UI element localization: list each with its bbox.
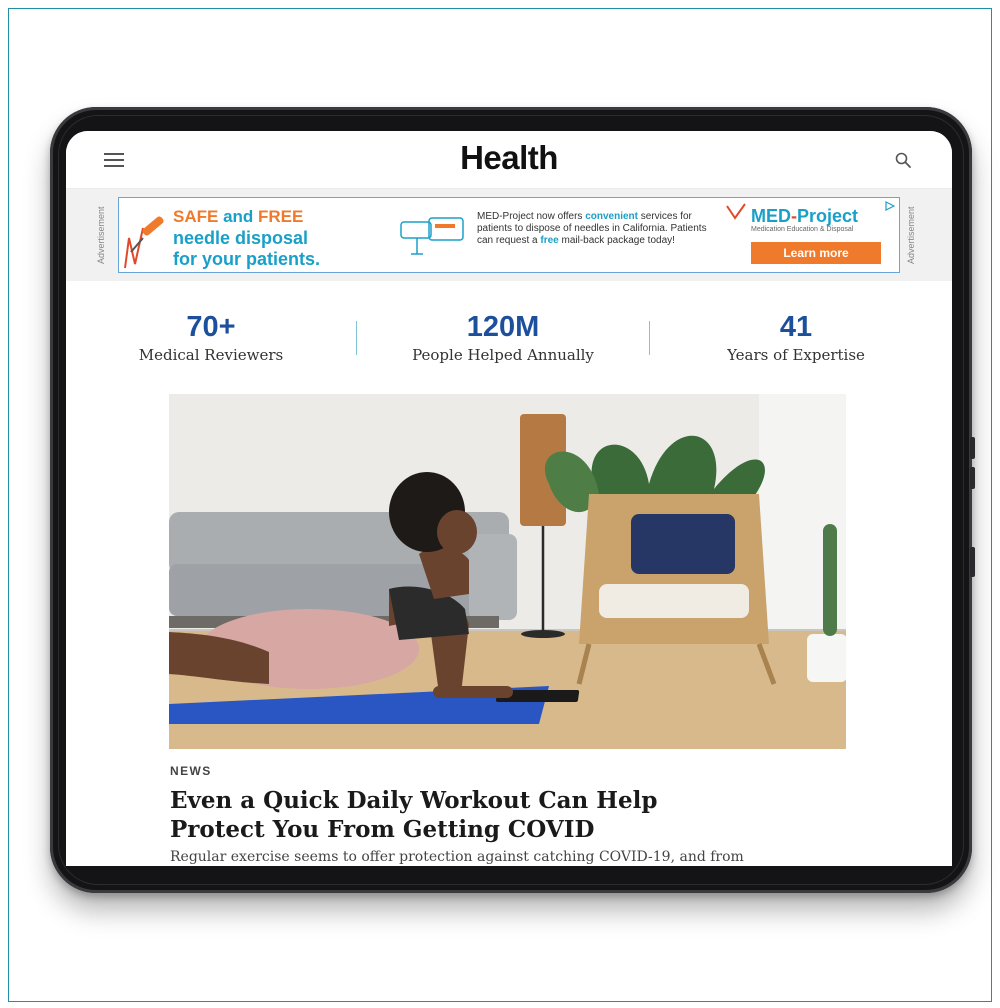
stat-label: Medical Reviewers — [138, 346, 284, 364]
ad-brand-tagline: Medication Education & Disposal — [751, 226, 854, 233]
search-icon[interactable] — [894, 151, 912, 169]
ad-banner[interactable]: SAFE and FREE needle disposal for your p… — [118, 197, 900, 273]
stat-medical-reviewers: 70+ Medical Reviewers — [81, 311, 341, 364]
ad-brand-name: MED-Project — [751, 206, 859, 226]
ad-check-mark-icon — [726, 203, 746, 220]
ad-headline: SAFE and FREE — [173, 207, 304, 226]
site-logo[interactable]: Health — [66, 139, 952, 177]
yoga-photo — [169, 394, 846, 749]
stat-years-expertise: 41 Years of Expertise — [666, 311, 926, 364]
stat-divider — [356, 321, 357, 355]
site-header: Health — [66, 131, 952, 189]
ad-headline-line3: for your patients. — [173, 249, 321, 269]
ad-side-label: Advertisement — [96, 206, 106, 264]
stat-people-helped: 120M People Helped Annually — [373, 311, 633, 364]
stats-bar: 70+ Medical Reviewers 120M People Helped… — [66, 311, 952, 371]
mailbox-icon — [400, 217, 464, 255]
needle-icon — [124, 216, 164, 269]
stat-number: 41 — [779, 311, 813, 343]
stat-label: People Helped Annually — [412, 346, 594, 364]
stat-divider — [649, 321, 650, 355]
tablet-screen: Health Advertisement Advertisement SAFE … — [66, 131, 952, 867]
stat-label: Years of Expertise — [727, 346, 865, 364]
ad-body-text: MED-Project now offers convenient servic… — [477, 211, 707, 246]
article-category[interactable]: NEWS — [170, 764, 212, 778]
ad-side-label: Advertisement — [906, 206, 916, 264]
adchoices-icon[interactable] — [885, 201, 895, 211]
stat-number: 70+ — [186, 311, 236, 343]
ad-headline-line2: needle disposal — [173, 228, 309, 248]
tablet-bottom-bezel — [66, 866, 952, 869]
article-hero-image[interactable] — [169, 394, 846, 749]
article-summary: Regular exercise seems to offer protecti… — [170, 849, 744, 865]
tablet-side-button — [970, 467, 975, 489]
tablet-side-button — [970, 547, 975, 577]
learn-more-button[interactable]: Learn more — [751, 242, 881, 264]
stat-number: 120M — [466, 311, 540, 343]
ad-banner-area: Advertisement Advertisement SAFE and FRE… — [66, 189, 952, 281]
tablet-side-button — [970, 437, 975, 459]
article-headline[interactable]: Even a Quick Daily Workout Can Help Prot… — [170, 786, 810, 844]
